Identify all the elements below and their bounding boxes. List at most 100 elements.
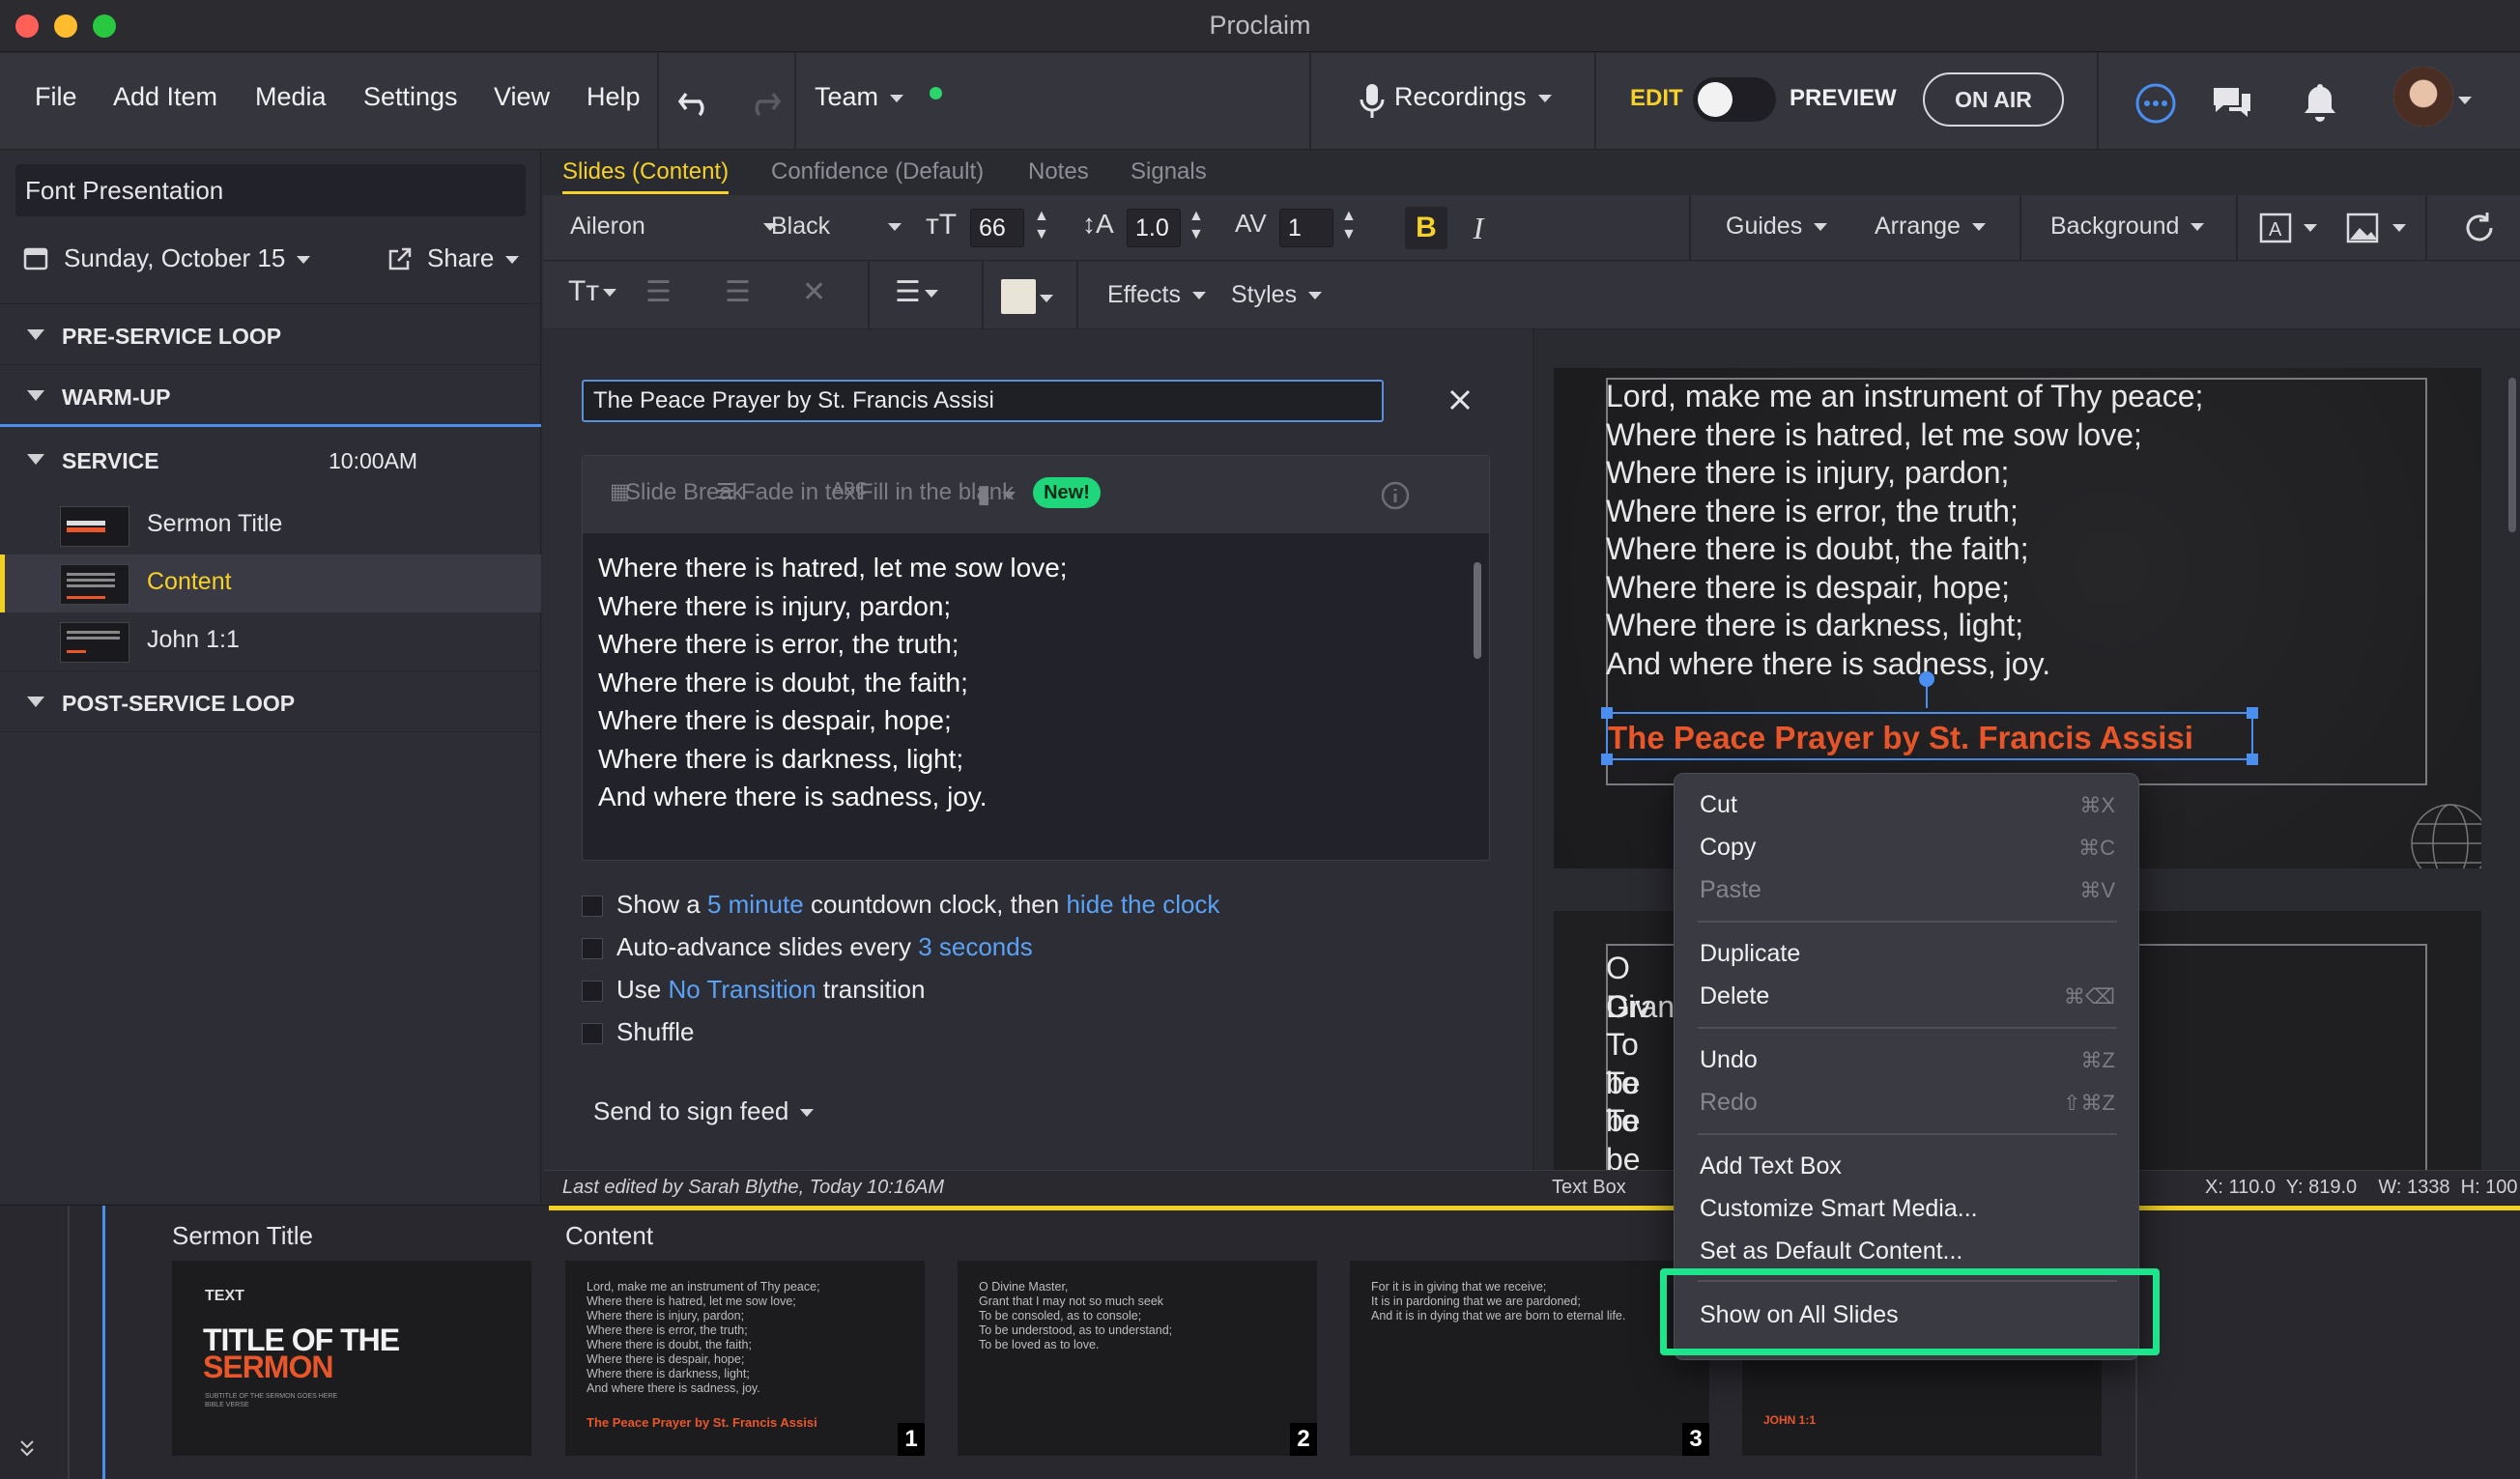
italic-button[interactable]: I [1457,207,1500,249]
selected-title-textbox[interactable]: The Peace Prayer by St. Francis Assisi [1601,671,2258,765]
effects-dropdown[interactable]: Effects [1107,281,1206,309]
menu-item-undo[interactable]: Undo ⌘Z [1700,1046,2115,1074]
menu-item-delete[interactable]: Delete ⌘⌫ [1700,982,2115,1010]
undo-icon[interactable] [676,84,715,119]
filmstrip-thumb-2[interactable]: O Divine Master, Grant that I may not so… [958,1261,1317,1456]
menu-item-copy[interactable]: Copy ⌘C [1700,834,2115,862]
chevron-down-icon[interactable] [2304,224,2317,232]
share-dropdown[interactable]: Share [427,243,520,273]
redo-icon[interactable] [744,84,783,119]
hide-clock-link[interactable]: hide the clock [1066,890,1219,919]
font-family-select[interactable]: Aileron [570,213,777,241]
chat-icon[interactable] [2210,82,2254,123]
styles-dropdown[interactable]: Styles [1231,281,1323,309]
arrange-dropdown[interactable]: Arrange [1875,213,1986,241]
presentation-name-field[interactable]: Font Presentation [15,164,526,216]
sidebar-item-content[interactable]: Content [0,555,541,612]
text-color-swatch[interactable] [1001,279,1036,314]
menu-item-duplicate[interactable]: Duplicate [1700,940,2115,968]
tab-notes[interactable]: Notes [1028,158,1089,185]
menu-item-set-as-default-content[interactable]: Set as Default Content... [1700,1237,2115,1266]
chevron-down-icon[interactable] [1040,295,1053,302]
menu-item-redo[interactable]: Redo ⇧⌘Z [1700,1089,2115,1117]
menu-add-item[interactable]: Add Item [113,82,217,112]
filmstrip-thumb-sermon-title[interactable]: TEXT TITLE OF THE SERMON SUBTITLE OF THE… [172,1261,531,1456]
font-size-input[interactable]: 66 [970,209,1024,247]
edit-preview-toggle[interactable] [1693,77,1776,122]
insert-icon[interactable]: ▮ [977,479,1017,509]
menu-item-add-text-box[interactable]: Add Text Box [1700,1152,2115,1180]
section-warm-up[interactable]: WARM-UP [0,365,541,427]
text-scrollbar[interactable] [1474,562,1481,659]
resize-handle[interactable] [1601,707,1613,719]
section-pre-service-loop[interactable]: PRE-SERVICE LOOP [0,303,541,365]
reset-icon[interactable] [2460,209,2499,247]
recordings-dropdown[interactable]: Recordings [1394,82,1552,112]
section-service[interactable]: SERVICE 10:00AM [0,429,541,491]
font-size-stepper[interactable]: ▲ ▼ [1034,207,1049,243]
slide-title-input[interactable]: The Peace Prayer by St. Francis Assisi [582,380,1384,422]
tab-slides-content[interactable]: Slides (Content) [562,158,730,194]
line-height-stepper[interactable]: ▲ ▼ [1188,207,1204,243]
auto-advance-checkbox[interactable] [582,938,603,960]
chevron-down-icon[interactable] [2458,97,2472,104]
countdown-checkbox[interactable] [582,896,603,918]
bold-button[interactable]: B [1405,207,1447,249]
filmstrip-thumb-1[interactable]: Lord, make me an instrument of Thy peace… [565,1261,925,1456]
text-case-icon[interactable]: Tт [568,275,617,308]
collapse-triangle-icon[interactable] [27,454,44,465]
text-box-icon[interactable]: A [2257,209,2296,247]
collapse-triangle-icon[interactable] [27,329,44,340]
countdown-duration-link[interactable]: 5 minute [707,890,804,919]
shuffle-checkbox[interactable] [582,1023,603,1045]
info-icon[interactable] [1381,481,1410,510]
guides-dropdown[interactable]: Guides [1726,213,1828,241]
menu-media[interactable]: Media [255,82,327,112]
team-dropdown[interactable]: Team [815,82,904,112]
menu-item-cut[interactable]: Cut ⌘X [1700,791,2115,819]
paragraph-toolbar: Tт ☰ ☰ ✕ ☰ Effects Styles [543,262,2520,329]
resize-handle[interactable] [2247,707,2258,719]
user-avatar[interactable] [2393,67,2453,127]
menu-settings[interactable]: Settings [363,82,458,112]
rotate-handle[interactable] [1919,671,1934,687]
expand-icon[interactable] [17,1436,37,1461]
clear-title-icon[interactable] [1447,387,1473,412]
background-dropdown[interactable]: Background [2050,213,2205,241]
notifications-bell-icon[interactable] [2301,80,2339,125]
resize-handle[interactable] [2247,754,2258,765]
menu-item-customize-smart-media[interactable]: Customize Smart Media... [1700,1195,2115,1223]
filmstrip-thumb-3[interactable]: For it is in giving that we receive; It … [1350,1261,1709,1456]
slide-text-editor[interactable]: ▦ Slide Break ☰ Fade in text ABC Fill in… [582,455,1490,861]
service-date-dropdown[interactable]: Sunday, October 15 [64,243,311,273]
tab-confidence[interactable]: Confidence (Default) [771,158,984,185]
menu-item-paste[interactable]: Paste ⌘V [1700,876,2115,904]
collapse-triangle-icon[interactable] [27,390,44,401]
collapse-triangle-icon[interactable] [27,697,44,707]
line-height-input[interactable]: 1.0 [1127,209,1181,247]
align-left-icon[interactable]: ☰ [895,275,938,309]
send-to-sign-feed-dropdown[interactable]: Send to sign feed [593,1096,815,1126]
font-weight-select[interactable]: Black [771,213,902,241]
bullet-list-icon[interactable]: ☰ [645,275,672,309]
sidebar-item-sermon-title[interactable]: Sermon Title [0,497,541,555]
indent-icon[interactable]: ☰ [725,275,751,309]
transition-link[interactable]: No Transition [668,975,816,1004]
chevron-down-icon[interactable] [2392,224,2406,232]
image-icon[interactable] [2344,209,2383,247]
resize-handle[interactable] [1601,754,1613,765]
menu-help[interactable]: Help [587,82,641,112]
sidebar-item-john[interactable]: John 1:1 [0,612,541,670]
menu-file[interactable]: File [35,82,77,112]
tab-signals[interactable]: Signals [1131,158,1207,185]
section-post-service-loop[interactable]: POST-SERVICE LOOP [0,670,541,732]
on-air-button[interactable]: ON AIR [1923,72,2064,127]
letter-spacing-stepper[interactable]: ▲ ▼ [1341,207,1357,243]
letter-spacing-input[interactable]: 1 [1279,209,1333,247]
transition-checkbox[interactable] [582,981,603,1003]
menu-view[interactable]: View [494,82,550,112]
preview-scrollbar[interactable] [2508,378,2516,532]
auto-advance-interval-link[interactable]: 3 seconds [918,932,1033,961]
clear-format-icon[interactable]: ✕ [802,275,826,309]
more-options-icon[interactable] [2134,82,2177,125]
